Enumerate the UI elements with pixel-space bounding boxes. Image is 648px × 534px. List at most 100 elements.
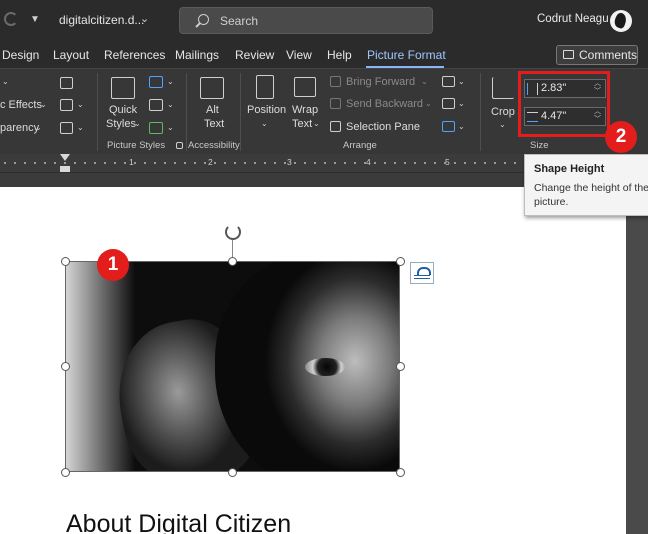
chevron-down-icon: ⌄ — [421, 77, 428, 86]
autosave-icon[interactable] — [4, 12, 18, 26]
tooltip-title: Shape Height — [534, 163, 605, 175]
group-label-size: Size — [530, 140, 549, 151]
wrap-text-label-2[interactable]: Text — [292, 118, 312, 130]
ruler-tick — [84, 162, 86, 164]
ruler-tick — [34, 162, 36, 164]
comment-icon — [563, 50, 574, 59]
position-button[interactable]: Position — [247, 104, 286, 116]
ruler-tick — [204, 162, 206, 164]
group-label-arrange: Arrange — [343, 140, 377, 151]
ruler-tick — [434, 162, 436, 164]
alt-text-label[interactable]: Alt — [206, 104, 219, 116]
chevron-down-icon[interactable]: ⌄ — [2, 77, 9, 86]
quick-styles-label-2[interactable]: Styles — [106, 118, 136, 130]
ruler-tick — [374, 162, 376, 164]
ruler-tick — [174, 162, 176, 164]
ruler-tick — [414, 162, 416, 164]
rotate-handle-icon[interactable] — [225, 224, 241, 240]
ruler-tick — [234, 162, 236, 164]
transparency-button[interactable]: parency — [0, 122, 39, 134]
divider — [240, 73, 241, 151]
tab-picture-format[interactable]: Picture Format — [367, 48, 446, 62]
search-box[interactable]: Search — [179, 7, 433, 34]
vertical-scrollbar[interactable] — [626, 187, 648, 534]
ruler-tick — [94, 162, 96, 164]
compress-pictures-icon[interactable] — [60, 77, 73, 89]
picture-border-icon[interactable] — [149, 76, 163, 88]
ruler-tick — [164, 162, 166, 164]
tab-review[interactable]: Review — [235, 48, 274, 62]
ruler-tick — [14, 162, 16, 164]
picture-effects-icon[interactable] — [149, 99, 163, 111]
resize-handle-right[interactable] — [396, 362, 405, 371]
reset-picture-icon[interactable] — [60, 122, 73, 134]
ruler-tick — [484, 162, 486, 164]
tab-mailings[interactable]: Mailings — [175, 48, 219, 62]
bring-forward-button[interactable]: Bring Forward — [346, 76, 415, 88]
picture-layout-icon[interactable] — [149, 122, 163, 134]
resize-handle-top-right[interactable] — [396, 257, 405, 266]
dialog-launcher-icon[interactable] — [176, 142, 183, 149]
picture-effects-button[interactable]: c Effects — [0, 99, 42, 111]
tab-references[interactable]: References — [104, 48, 165, 62]
ruler-tick — [184, 162, 186, 164]
ruler-number: 2 — [208, 157, 213, 167]
search-icon — [198, 14, 209, 25]
align-icon[interactable] — [442, 76, 455, 87]
chevron-down-icon: ⌄ — [35, 123, 42, 132]
change-picture-icon[interactable] — [60, 99, 73, 111]
tab-design[interactable]: Design — [2, 48, 39, 62]
user-name[interactable]: Codrut Neagu — [537, 13, 609, 25]
selection-pane-button[interactable]: Selection Pane — [346, 121, 420, 133]
ruler-tick — [454, 162, 456, 164]
quick-styles-label[interactable]: Quick — [109, 104, 137, 116]
tab-view[interactable]: View — [286, 48, 312, 62]
ruler-tick — [494, 162, 496, 164]
first-line-indent-marker[interactable] — [60, 154, 70, 161]
ruler-tick — [244, 162, 246, 164]
resize-handle-bottom-left[interactable] — [61, 468, 70, 477]
chevron-down-icon: ⌄ — [134, 119, 141, 128]
resize-handle-bottom[interactable] — [228, 468, 237, 477]
callout-badge-1: 1 — [97, 249, 129, 281]
document-heading[interactable]: About Digital Citizen — [66, 510, 291, 534]
chevron-down-icon: ⌄ — [77, 123, 84, 132]
ruler-tick — [284, 162, 286, 164]
tooltip: Shape Height Change the height of the pi… — [524, 154, 648, 216]
ruler-tick — [54, 162, 56, 164]
crop-button[interactable]: Crop — [491, 106, 515, 118]
ruler-tick — [464, 162, 466, 164]
ruler-tick — [294, 162, 296, 164]
document-filename[interactable]: digitalcitizen.d... — [59, 13, 144, 27]
ruler-tick — [194, 162, 196, 164]
send-backward-button[interactable]: Send Backward — [346, 98, 423, 110]
resize-handle-top[interactable] — [228, 257, 237, 266]
ruler-number: 4 — [366, 157, 371, 167]
crop-icon[interactable] — [492, 77, 514, 99]
ruler-tick — [134, 162, 136, 164]
quick-access-dropdown-icon[interactable]: ▼ — [30, 14, 40, 25]
ruler-tick — [514, 162, 516, 164]
rotate-icon[interactable] — [442, 121, 455, 132]
left-indent-marker[interactable] — [60, 166, 70, 172]
resize-handle-bottom-right[interactable] — [396, 468, 405, 477]
layout-options-icon[interactable] — [410, 262, 434, 284]
ruler-tick — [124, 162, 126, 164]
comments-button[interactable]: Comments — [556, 45, 638, 65]
alt-text-icon[interactable] — [200, 77, 224, 99]
tab-help[interactable]: Help — [327, 48, 352, 62]
group-objects-icon[interactable] — [442, 98, 455, 109]
ruler-tick — [254, 162, 256, 164]
chevron-down-icon[interactable]: ⌄ — [140, 12, 149, 25]
quick-styles-icon[interactable] — [111, 77, 135, 99]
ruler-tick — [504, 162, 506, 164]
wrap-text-icon[interactable] — [294, 77, 316, 97]
resize-handle-left[interactable] — [61, 362, 70, 371]
alt-text-label-2[interactable]: Text — [204, 118, 224, 130]
wrap-text-label[interactable]: Wrap — [292, 104, 318, 116]
search-input[interactable]: Search — [220, 14, 258, 28]
avatar[interactable] — [610, 10, 632, 32]
tab-layout[interactable]: Layout — [53, 48, 89, 62]
position-icon[interactable] — [256, 75, 274, 99]
resize-handle-top-left[interactable] — [61, 257, 70, 266]
